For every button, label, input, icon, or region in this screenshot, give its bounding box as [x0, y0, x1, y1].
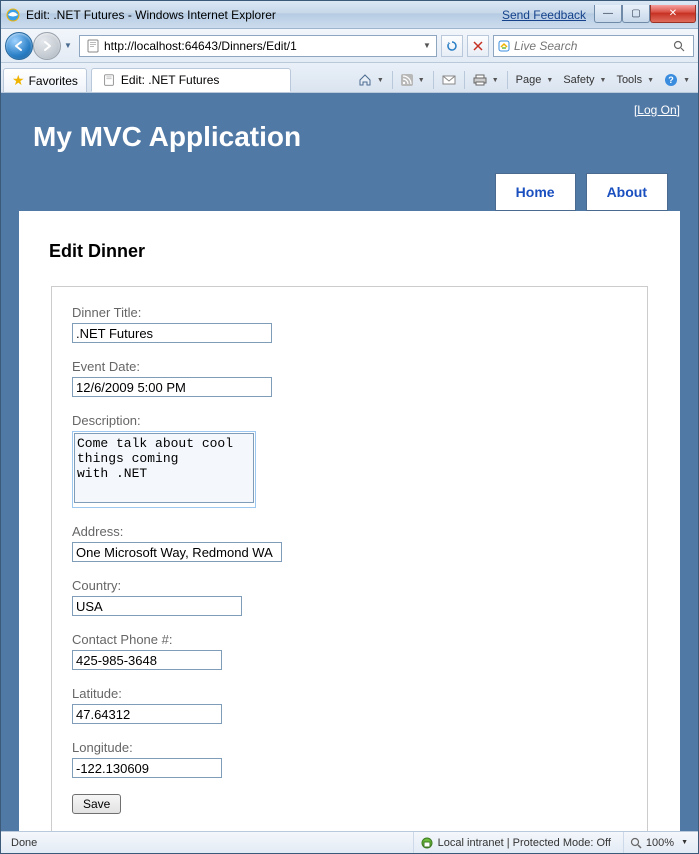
star-icon: ★	[12, 72, 25, 89]
command-bar: ▼ ▼ ▼ Page▼ Safety▼ Tools▼ ? ▼	[354, 68, 696, 92]
nav-history-dropdown[interactable]: ▼	[61, 36, 75, 56]
print-button[interactable]: ▼	[469, 69, 503, 91]
url-dropdown[interactable]: ▼	[420, 41, 434, 50]
page-icon	[102, 73, 116, 87]
stop-button[interactable]	[467, 35, 489, 57]
svg-text:?: ?	[668, 75, 674, 85]
page-heading: Edit Dinner	[49, 241, 650, 262]
mvc-app: [ Log On ] My MVC Application Home About…	[9, 103, 690, 831]
tools-menu[interactable]: Tools▼	[612, 69, 658, 91]
back-button[interactable]	[5, 32, 33, 60]
status-bar: Done Local intranet | Protected Mode: Of…	[1, 831, 698, 853]
logon-link[interactable]: Log On	[637, 103, 676, 117]
zoom-icon	[630, 837, 642, 849]
label-description: Description:	[72, 413, 627, 428]
search-input[interactable]	[512, 39, 673, 53]
input-phone[interactable]	[72, 650, 222, 670]
label-date: Event Date:	[72, 359, 627, 374]
chevron-down-icon: ▼	[681, 839, 688, 846]
status-zone: Local intranet | Protected Mode: Off	[413, 832, 617, 853]
help-button[interactable]: ? ▼	[660, 69, 694, 91]
input-address[interactable]	[72, 542, 282, 562]
minimize-button[interactable]: —	[594, 5, 622, 23]
home-button[interactable]: ▼	[354, 69, 388, 91]
label-phone: Contact Phone #:	[72, 632, 627, 647]
read-mail-button[interactable]	[438, 69, 460, 91]
close-button[interactable]: ✕	[650, 5, 696, 23]
page-menu[interactable]: Page▼	[512, 69, 558, 91]
live-search-icon	[496, 39, 512, 53]
app-title: My MVC Application	[33, 121, 690, 153]
browser-window: Edit: .NET Futures - Windows Internet Ex…	[0, 0, 699, 854]
browser-tab[interactable]: Edit: .NET Futures	[91, 68, 291, 92]
page-body: Edit Dinner Dinner Title: Event Date: De…	[19, 211, 680, 831]
label-address: Address:	[72, 524, 627, 539]
input-title[interactable]	[72, 323, 272, 343]
nav-toolbar: ▼ ▼	[1, 29, 698, 63]
nav-about[interactable]: About	[586, 173, 668, 211]
refresh-button[interactable]	[441, 35, 463, 57]
input-date[interactable]	[72, 377, 272, 397]
edit-form: Dinner Title: Event Date: Description:	[51, 286, 648, 831]
feeds-button[interactable]: ▼	[397, 69, 429, 91]
zone-icon	[420, 836, 434, 850]
input-country[interactable]	[72, 596, 242, 616]
tab-title: Edit: .NET Futures	[121, 73, 219, 87]
label-lon: Longitude:	[72, 740, 627, 755]
status-done: Done	[5, 832, 43, 853]
input-lat[interactable]	[72, 704, 222, 724]
search-button[interactable]	[673, 40, 691, 52]
input-description[interactable]	[74, 433, 254, 503]
save-button[interactable]: Save	[72, 794, 121, 814]
status-zoom[interactable]: 100% ▼	[623, 832, 694, 853]
page-icon	[85, 38, 101, 54]
app-nav: Home About	[9, 173, 690, 211]
tab-bar: ★ Favorites Edit: .NET Futures ▼ ▼	[1, 63, 698, 93]
favorites-button[interactable]: ★ Favorites	[3, 68, 87, 92]
maximize-button[interactable]: ▢	[622, 5, 650, 23]
search-box[interactable]	[493, 35, 694, 57]
forward-button[interactable]	[33, 32, 61, 60]
label-lat: Latitude:	[72, 686, 627, 701]
window-title: Edit: .NET Futures - Windows Internet Ex…	[26, 8, 502, 22]
url-input[interactable]	[104, 39, 420, 53]
page-viewport[interactable]: [ Log On ] My MVC Application Home About…	[1, 93, 698, 831]
nav-home[interactable]: Home	[495, 173, 576, 211]
titlebar: Edit: .NET Futures - Windows Internet Ex…	[1, 1, 698, 29]
safety-menu[interactable]: Safety▼	[559, 69, 610, 91]
favorites-label: Favorites	[29, 74, 78, 88]
label-country: Country:	[72, 578, 627, 593]
label-title: Dinner Title:	[72, 305, 627, 320]
ie-icon	[5, 7, 21, 23]
input-lon[interactable]	[72, 758, 222, 778]
send-feedback-link[interactable]: Send Feedback	[502, 8, 586, 22]
address-bar[interactable]: ▼	[79, 35, 437, 57]
account-area: [ Log On ]	[9, 103, 690, 121]
